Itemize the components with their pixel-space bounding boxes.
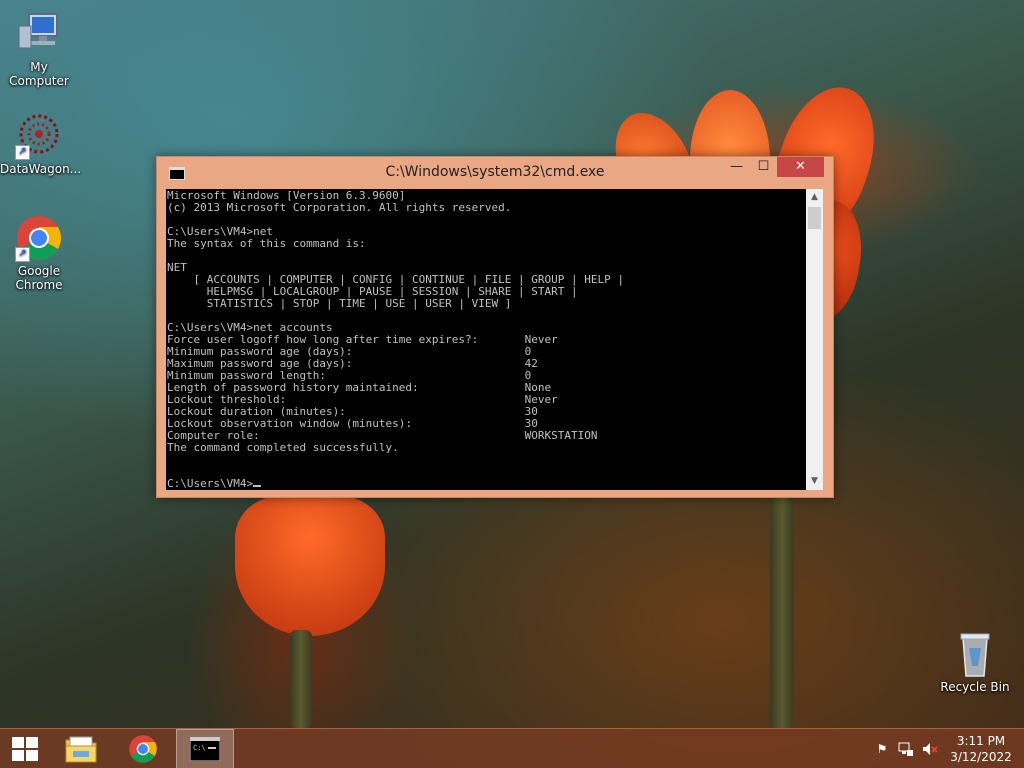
scroll-thumb[interactable] xyxy=(808,207,821,229)
vertical-scrollbar[interactable]: ▲ ▼ xyxy=(806,189,823,490)
desktop-icon-label: Google Chrome xyxy=(15,264,63,292)
console-output[interactable]: Microsoft Windows [Version 6.3.9600] (c)… xyxy=(166,189,806,490)
desktop-icon-my-computer[interactable]: My Computer xyxy=(0,10,78,88)
taskbar-chrome[interactable] xyxy=(114,729,172,768)
taskbar-file-explorer[interactable] xyxy=(52,729,110,768)
maximize-button[interactable]: ☐ xyxy=(750,157,777,177)
taskbar: C:\ ⚑ 3:11 PM 3/12/2022 xyxy=(0,728,1024,768)
chrome-icon: ↗ xyxy=(15,214,63,262)
desktop-icon-label: My Computer xyxy=(9,60,69,88)
action-center-flag-icon[interactable]: ⚑ xyxy=(874,741,890,757)
cmd-window: C:\Windows\system32\cmd.exe — ☐ ✕ Micros… xyxy=(156,156,834,498)
chrome-icon xyxy=(129,735,157,763)
file-explorer-icon xyxy=(65,736,97,763)
shortcut-arrow-icon: ↗ xyxy=(15,145,30,160)
minimize-button[interactable]: — xyxy=(723,157,750,177)
computer-icon xyxy=(15,10,63,58)
volume-muted-icon[interactable] xyxy=(922,741,938,757)
scroll-up-arrow-icon[interactable]: ▲ xyxy=(806,189,823,206)
system-clock[interactable]: 3:11 PM 3/12/2022 xyxy=(950,733,1012,765)
desktop-icon-recycle-bin[interactable]: Recycle Bin xyxy=(936,630,1014,694)
scroll-down-arrow-icon[interactable]: ▼ xyxy=(806,473,823,490)
windows-start-icon xyxy=(12,737,38,761)
datawagon-icon: ↗ xyxy=(15,112,63,160)
window-titlebar[interactable]: C:\Windows\system32\cmd.exe — ☐ ✕ xyxy=(157,157,833,189)
text-cursor xyxy=(253,485,262,487)
taskbar-cmd[interactable]: C:\ xyxy=(176,729,234,768)
clock-time: 3:11 PM xyxy=(956,734,1006,748)
clock-date: 3/12/2022 xyxy=(950,750,1012,764)
desktop-icon-google-chrome[interactable]: ↗ Google Chrome xyxy=(0,214,78,292)
close-button[interactable]: ✕ xyxy=(777,157,824,177)
desktop-icon-label: Recycle Bin xyxy=(940,680,1010,694)
console-text: Microsoft Windows [Version 6.3.9600] (c)… xyxy=(167,189,624,490)
cmd-icon: C:\ xyxy=(190,737,220,761)
start-button[interactable] xyxy=(0,729,48,768)
desktop-icon-datawagon[interactable]: ↗ DataWagon... xyxy=(0,112,82,176)
recycle-bin-icon xyxy=(951,630,999,678)
desktop-icon-label: DataWagon... xyxy=(0,162,82,176)
network-icon[interactable] xyxy=(898,741,914,757)
shortcut-arrow-icon: ↗ xyxy=(15,247,30,262)
svg-text:C:\: C:\ xyxy=(193,744,206,752)
